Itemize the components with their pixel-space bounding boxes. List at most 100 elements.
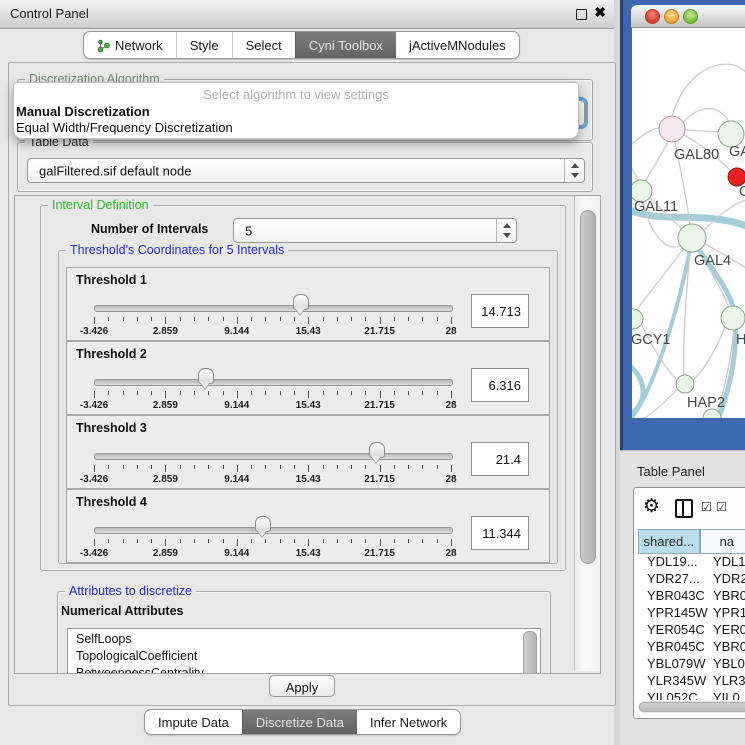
threshold-3-slider-track[interactable]: [94, 453, 453, 460]
table-row[interactable]: YDR27...YDR2: [638, 571, 745, 588]
table-data-select[interactable]: galFiltered.sif default node: [27, 158, 585, 183]
slider-tick-label: -3.426: [80, 400, 108, 411]
table-row[interactable]: YLR345WYLR3: [638, 673, 745, 690]
slider-tick: [165, 317, 166, 324]
threshold-4-slider-thumb[interactable]: [255, 516, 271, 532]
float-window-icon[interactable]: [576, 9, 587, 20]
network-node-hap2[interactable]: [676, 375, 694, 393]
bottom-tab-label: Impute Data: [158, 715, 229, 730]
slider-tick-label: -3.426: [80, 548, 108, 559]
network-edge[interactable]: [632, 128, 660, 146]
gear-icon[interactable]: ⚙: [643, 495, 660, 518]
threshold-1-slider-thumb[interactable]: [293, 294, 309, 310]
slider-tick: [337, 465, 338, 469]
slider-tick: [123, 539, 124, 543]
slider-tick-label: 21.715: [364, 548, 395, 559]
table-row[interactable]: YBR043CYBR0: [638, 588, 745, 605]
dropdown-option-manual-discretization[interactable]: Manual Discretization: [16, 103, 576, 120]
apply-button[interactable]: Apply: [269, 675, 335, 697]
table-row[interactable]: YPR145WYPR1: [638, 605, 745, 622]
bottom-tab-impute-data[interactable]: Impute Data: [145, 710, 242, 734]
close-icon[interactable]: ✖: [594, 4, 606, 21]
threshold-1-slider-track[interactable]: [94, 305, 453, 312]
table-row[interactable]: YIL052CYIL0: [638, 690, 745, 700]
slider-tick: [265, 391, 266, 395]
slider-tick: [394, 465, 395, 469]
top-tab-network[interactable]: Network: [84, 32, 176, 58]
numerical-attributes-list[interactable]: SelfLoopsTopologicalCoefficientBetweenne…: [67, 628, 541, 674]
network-edge[interactable]: [645, 142, 668, 181]
slider-tick-label: 2.859: [153, 326, 178, 337]
threshold-3-slider-thumb[interactable]: [369, 442, 385, 458]
column-header-shared[interactable]: shared...: [638, 529, 700, 554]
slider-tick: [223, 539, 224, 543]
network-edge[interactable]: [632, 166, 640, 182]
slider-tick: [194, 317, 195, 321]
number-of-intervals-select[interactable]: 5: [233, 218, 517, 243]
threshold-1-panel: Threshold 1-3.4262.8599.14415.4321.71528…: [66, 267, 550, 341]
scrollbar-thumb[interactable]: [580, 210, 596, 564]
number-of-intervals-stepper[interactable]: [496, 219, 516, 242]
zoom-traffic-light-icon[interactable]: [683, 9, 698, 24]
cell-shared-name: YBL079W: [647, 656, 706, 671]
top-tab-cyni-toolbox[interactable]: Cyni Toolbox: [295, 32, 396, 58]
network-node-label-gal11: GAL11: [634, 199, 678, 215]
table-row[interactable]: YBR045CYBR0: [638, 639, 745, 656]
table-row[interactable]: YER054CYER0: [638, 622, 745, 639]
bottom-tab-infer-network[interactable]: Infer Network: [357, 710, 460, 734]
cell-name: YIL0: [713, 690, 740, 700]
attribute-item-selfloops[interactable]: SelfLoops: [76, 631, 132, 648]
table-hscroll-thumb[interactable]: [639, 702, 745, 712]
checkbox-icon[interactable]: ☑: [716, 500, 728, 514]
table-row[interactable]: YDL19...YDL1: [638, 554, 745, 571]
slider-tick: [294, 539, 295, 543]
network-edge[interactable]: [682, 109, 729, 124]
slider-tick-label: 21.715: [364, 474, 395, 485]
top-tab-jactivemnodules[interactable]: jActiveMNodules: [396, 32, 519, 58]
dropdown-option-equal-width[interactable]: Equal Width/Frequency Discretization: [16, 119, 576, 136]
slider-tick: [365, 539, 366, 543]
split-view-icon[interactable]: [675, 499, 693, 518]
top-tab-select[interactable]: Select: [232, 32, 295, 58]
close-traffic-light-icon[interactable]: [645, 9, 660, 24]
slider-tick: [137, 465, 138, 469]
slider-tick: [151, 539, 152, 543]
network-edge[interactable]: [685, 130, 719, 132]
table-data-select-stepper[interactable]: [564, 159, 584, 182]
slider-tick: [137, 317, 138, 321]
threshold-2-slider-track[interactable]: [94, 379, 453, 386]
column-header-na[interactable]: na: [700, 529, 745, 554]
slider-tick: [265, 465, 266, 469]
attribute-item-topologicalcoefficient[interactable]: TopologicalCoefficient: [76, 648, 197, 665]
bottom-tab-discretize-data[interactable]: Discretize Data: [242, 710, 357, 734]
network-node-gal4[interactable]: [678, 224, 706, 252]
threshold-4-slider-track[interactable]: [94, 527, 453, 534]
threshold-label: Threshold 4: [76, 495, 147, 509]
table-row[interactable]: YBL079WYBL0: [638, 656, 745, 673]
dropdown-placeholder-item[interactable]: Select algorithm to view settings: [16, 86, 576, 103]
threshold-2-slider-thumb[interactable]: [198, 368, 214, 384]
threshold-1-value-field[interactable]: 14.713: [471, 294, 529, 328]
slider-tick: [223, 465, 224, 469]
interval-definition-group: Interval Definition Number of Intervals …: [40, 205, 566, 571]
slider-tick: [208, 539, 209, 543]
scrollbar-vertical[interactable]: [574, 196, 600, 671]
table-horizontal-scrollbar[interactable]: [638, 701, 745, 713]
network-edge[interactable]: [693, 325, 726, 380]
cell-shared-name: YBR045C: [647, 639, 705, 654]
minimize-traffic-light-icon[interactable]: [664, 9, 679, 24]
top-tab-style[interactable]: Style: [176, 32, 232, 58]
network-window-titlebar[interactable]: [631, 5, 745, 28]
threshold-2-value-field[interactable]: 6.316: [471, 368, 529, 402]
network-canvas[interactable]: GAL80GACGAL11GAL4GCY1HHAP2: [632, 28, 745, 418]
attribute-item-betweennesscentrality[interactable]: BetweennessCentrality: [76, 665, 204, 674]
slider-tick: [422, 317, 423, 321]
network-edge[interactable]: [632, 366, 643, 414]
threshold-4-value-field[interactable]: 11.344: [471, 516, 529, 550]
threshold-3-value-field[interactable]: 21.4: [471, 442, 529, 476]
network-node-h[interactable]: [721, 306, 745, 330]
list-scrollbar[interactable]: [523, 631, 537, 674]
slider-tick-label: 2.859: [153, 400, 178, 411]
network-node-gal80-neighbor[interactable]: [659, 116, 685, 142]
checkbox-icon[interactable]: ☑: [701, 500, 713, 514]
